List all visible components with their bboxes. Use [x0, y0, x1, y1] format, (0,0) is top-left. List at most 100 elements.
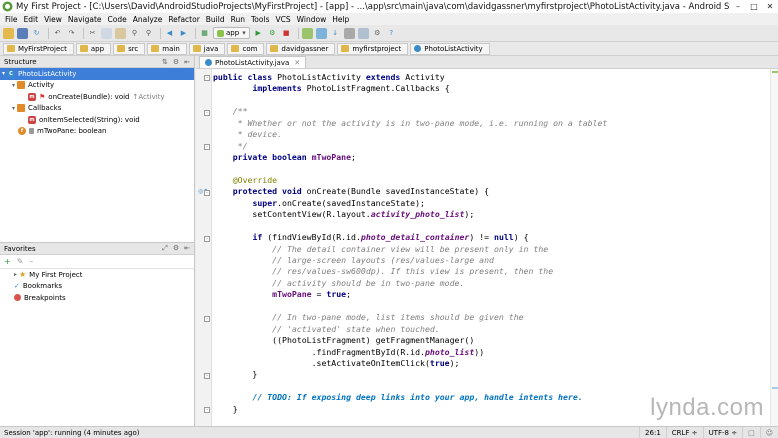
add-icon[interactable]: +: [4, 257, 11, 266]
help-icon[interactable]: ?: [386, 28, 397, 39]
copy-icon[interactable]: [101, 27, 112, 39]
redo-icon[interactable]: ↷: [66, 28, 77, 39]
fold-marker-icon[interactable]: -: [204, 144, 210, 150]
maximize-button[interactable]: □: [746, 0, 762, 13]
fold-marker-icon[interactable]: -: [204, 373, 210, 379]
breadcrumb-label: src: [128, 44, 139, 53]
favorites-item-breakpoints[interactable]: Breakpoints: [0, 292, 194, 304]
breadcrumb-item[interactable]: PhotoListActivity: [410, 42, 490, 55]
breadcrumb-label: com: [242, 44, 258, 53]
close-tab-icon[interactable]: ✕: [294, 59, 300, 67]
expand-icon[interactable]: ⤢: [162, 244, 168, 253]
tab-label: PhotoListActivity.java: [215, 58, 290, 67]
tree-node-oncreate[interactable]: m ⚑ onCreate(Bundle): void ↑Activity: [0, 91, 194, 103]
menu-code[interactable]: Code: [105, 15, 130, 24]
project-structure-icon[interactable]: [357, 27, 369, 39]
run-config-select[interactable]: app ▾: [213, 27, 250, 39]
lock-icon[interactable]: □: [742, 426, 760, 438]
paste-icon[interactable]: [115, 27, 126, 39]
settings-icon[interactable]: ⚙: [173, 58, 179, 66]
tree-node-label: onItemSelected(String): void: [39, 115, 140, 124]
favorites-item-bookmarks[interactable]: ✓ Bookmarks: [0, 281, 194, 293]
main-toolbar: ↻ ↶ ↷ ✂ ⚲ ⚲ ◀ ▶ ▦ app ▾ ▶ ⚙ ■ ↓ ⚙ ?: [0, 25, 778, 42]
inspector-icon[interactable]: ☺: [759, 426, 778, 438]
sync-icon[interactable]: ↻: [31, 28, 42, 39]
stripe-marker[interactable]: [772, 71, 778, 73]
menu-view[interactable]: View: [41, 15, 65, 24]
run-icon[interactable]: ▶: [253, 28, 264, 39]
breadcrumb-item[interactable]: main: [147, 42, 187, 55]
breadcrumb-item[interactable]: davidgassner: [266, 42, 336, 55]
menu-build[interactable]: Build: [203, 15, 228, 24]
remove-icon[interactable]: –: [29, 257, 33, 266]
code-editor[interactable]: - - - ◎↑ - - - - - public class PhotoLis…: [196, 69, 778, 426]
breadcrumb-item[interactable]: java: [188, 42, 226, 55]
replace-icon[interactable]: ⚲: [143, 28, 154, 39]
edit-icon[interactable]: ✎: [17, 257, 24, 266]
chevron-down-icon[interactable]: ▾: [10, 105, 17, 112]
save-icon[interactable]: [17, 27, 28, 39]
tree-node-photolistactivity[interactable]: ▾ C PhotoListActivity: [0, 68, 194, 80]
open-icon[interactable]: [3, 27, 14, 39]
menu-window[interactable]: Window: [294, 15, 330, 24]
hide-icon[interactable]: ⇤: [184, 58, 190, 66]
menu-navigate[interactable]: Navigate: [65, 15, 105, 24]
fold-marker-icon[interactable]: -: [204, 110, 210, 116]
cut-icon[interactable]: ✂: [87, 28, 98, 39]
avd-manager-icon[interactable]: [315, 27, 327, 39]
find-icon[interactable]: ⚲: [129, 28, 140, 39]
breadcrumb-item[interactable]: src: [113, 42, 146, 55]
error-stripe[interactable]: [770, 69, 778, 426]
file-encoding[interactable]: UTF-8 ÷: [702, 426, 743, 438]
tree-node-activity[interactable]: ▾ Activity: [0, 80, 194, 92]
menu-help[interactable]: Help: [329, 15, 352, 24]
settings-icon[interactable]: ⚙: [372, 28, 383, 39]
back-icon[interactable]: ◀: [164, 28, 175, 39]
favorites-item-label: Breakpoints: [24, 293, 66, 302]
gradle-sync-icon[interactable]: ↓: [330, 28, 341, 39]
menu-run[interactable]: Run: [228, 15, 248, 24]
sdk-manager-icon[interactable]: [301, 27, 313, 39]
stop-icon[interactable]: ■: [281, 28, 292, 39]
fold-marker-icon[interactable]: -: [204, 316, 210, 322]
line-separator[interactable]: CRLF ÷: [665, 426, 703, 438]
menu-vcs[interactable]: VCS: [272, 15, 293, 24]
title-bar: My First Project - [C:\Users\David\Andro…: [0, 0, 778, 13]
menu-refactor[interactable]: Refactor: [165, 15, 202, 24]
menu-edit[interactable]: Edit: [21, 15, 42, 24]
tree-node-callbacks[interactable]: ▾ Callbacks: [0, 103, 194, 115]
minimize-button[interactable]: –: [730, 0, 746, 13]
favorites-item-project[interactable]: ▸ ★ My First Project: [0, 269, 194, 281]
inherited-icon: [17, 104, 25, 113]
menu-analyze[interactable]: Analyze: [130, 15, 166, 24]
undo-icon[interactable]: ↶: [52, 28, 63, 39]
fold-marker-icon[interactable]: -: [204, 407, 210, 413]
settings-icon[interactable]: ⚙: [173, 244, 179, 253]
breadcrumb-item[interactable]: myfirstproject: [337, 42, 409, 55]
chevron-down-icon[interactable]: ▾: [10, 82, 17, 89]
cursor-position[interactable]: 26:1: [639, 426, 666, 438]
hide-icon[interactable]: ⇤: [184, 244, 190, 253]
tree-node-onitemselected[interactable]: m onItemSelected(String): void: [0, 114, 194, 126]
stripe-marker[interactable]: [772, 387, 778, 389]
method-icon: m: [28, 92, 36, 101]
forward-icon[interactable]: ▶: [178, 28, 189, 39]
close-button[interactable]: ✕: [762, 0, 778, 13]
tree-node-mtwopane[interactable]: f mTwoPane: boolean: [0, 126, 194, 138]
make-icon[interactable]: ▦: [199, 28, 210, 39]
chevron-down-icon[interactable]: ▾: [0, 70, 7, 77]
menu-tools[interactable]: Tools: [248, 15, 272, 24]
fold-marker-icon[interactable]: -: [204, 75, 210, 81]
fold-marker-icon[interactable]: -: [204, 236, 210, 242]
debug-icon[interactable]: ⚙: [267, 28, 278, 39]
favorites-panel: Favorites ⤢ ⚙ ⇤ + ✎ – ▸ ★ My First Proje…: [0, 242, 194, 426]
sort-icon[interactable]: ⇅: [162, 58, 168, 66]
chevron-right-icon[interactable]: ▸: [12, 271, 19, 278]
tab-photolistactivity[interactable]: PhotoListActivity.java ✕: [199, 56, 307, 68]
monitor-icon[interactable]: [343, 27, 355, 39]
breadcrumb-item[interactable]: MyFirstProject: [3, 42, 74, 55]
fold-marker-icon[interactable]: -: [204, 190, 210, 196]
menu-file[interactable]: File: [2, 15, 21, 24]
breadcrumb-item[interactable]: com: [227, 42, 265, 55]
breadcrumb-item[interactable]: app: [75, 42, 112, 55]
